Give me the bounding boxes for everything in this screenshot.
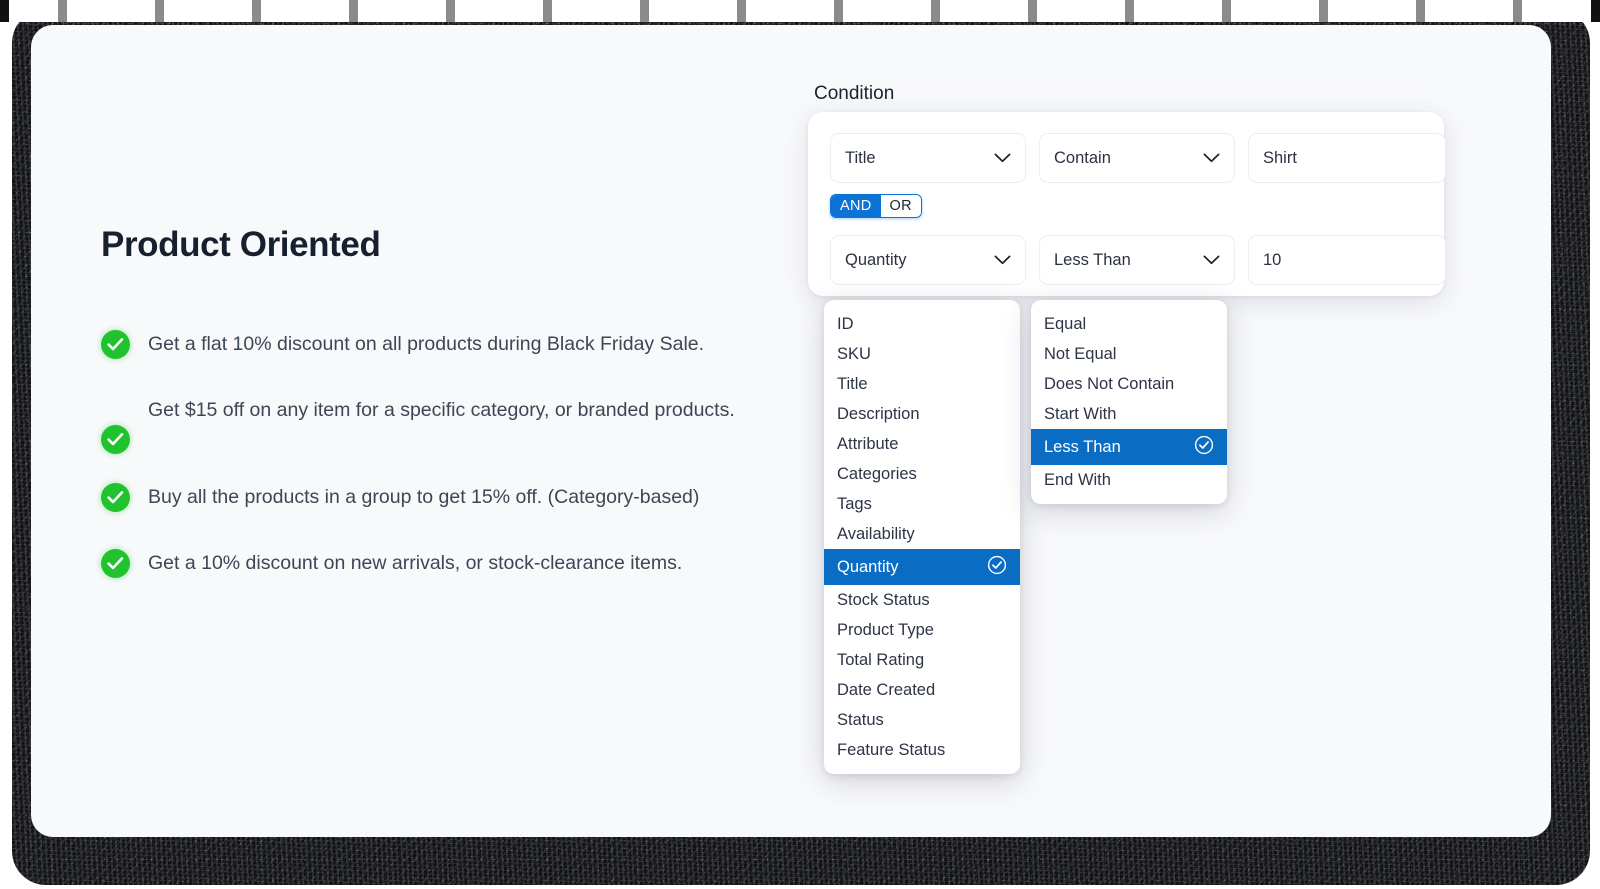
- menu-item-label: Not Equal: [1044, 344, 1117, 363]
- field-dropdown-menu: ID SKU Title Description Attribute Categ…: [824, 300, 1020, 774]
- menu-item-label: Total Rating: [837, 650, 925, 669]
- list-item-label: Get a flat 10% discount on all products …: [148, 333, 705, 355]
- chevron-down-icon: [1203, 149, 1220, 168]
- menu-item-tags[interactable]: Tags: [824, 489, 1020, 519]
- menu-item-end-with[interactable]: End With: [1031, 465, 1227, 495]
- menu-item-label: Stock Status: [837, 590, 930, 609]
- menu-item-label: Availability: [837, 524, 915, 543]
- app-surface: Product Oriented Get a flat 10% discount…: [31, 25, 1551, 837]
- menu-item-label: Product Type: [837, 620, 934, 639]
- check-circle-icon: [101, 549, 130, 579]
- menu-item-label: Quantity: [837, 557, 899, 576]
- list-item-label: Get $15 off on any item for a specific c…: [148, 399, 735, 422]
- check-circle-outline-icon: [987, 555, 1007, 580]
- chevron-down-icon: [994, 149, 1011, 168]
- menu-item-label: Description: [837, 404, 920, 423]
- list-item: Buy all the products in a group to get 1…: [101, 478, 791, 516]
- check-circle-icon: [101, 425, 130, 455]
- menu-item-attribute[interactable]: Attribute: [824, 429, 1020, 459]
- list-item: Get a flat 10% discount on all products …: [101, 325, 791, 363]
- list-item-label: Buy all the products in a group to get 1…: [148, 486, 700, 509]
- value-input-row1-value: Shirt: [1263, 148, 1297, 167]
- operator-select-row2-value: Less Than: [1054, 250, 1131, 269]
- page-title: Product Oriented: [101, 225, 381, 264]
- operator-select-row1-value: Contain: [1054, 148, 1111, 167]
- menu-item-label: Categories: [837, 464, 917, 483]
- top-ruler-strip: [0, 0, 1600, 22]
- menu-item-label: Title: [837, 374, 868, 393]
- list-item: Get a 10% discount on new arrivals, or s…: [101, 544, 791, 582]
- menu-item-label: Equal: [1044, 314, 1087, 333]
- menu-item-sku[interactable]: SKU: [824, 339, 1020, 369]
- menu-item-not-equal[interactable]: Not Equal: [1031, 339, 1227, 369]
- menu-item-label: End With: [1044, 470, 1111, 489]
- menu-item-availability[interactable]: Availability: [824, 519, 1020, 549]
- menu-item-label: Tags: [837, 494, 872, 513]
- menu-item-status[interactable]: Status: [824, 705, 1020, 735]
- condition-row: Title Contain Shirt: [830, 133, 1446, 183]
- menu-item-less-than[interactable]: Less Than: [1031, 429, 1227, 465]
- logic-operator-toggle[interactable]: AND OR: [830, 194, 922, 218]
- value-input-row2[interactable]: 10: [1248, 235, 1446, 285]
- check-circle-outline-icon: [1194, 435, 1214, 460]
- menu-item-label: Status: [837, 710, 884, 729]
- operator-dropdown-menu: Equal Not Equal Does Not Contain Start W…: [1031, 300, 1227, 504]
- value-input-row2-value: 10: [1263, 250, 1282, 269]
- screenshot-root: Product Oriented Get a flat 10% discount…: [0, 0, 1600, 889]
- menu-item-categories[interactable]: Categories: [824, 459, 1020, 489]
- menu-item-product-type[interactable]: Product Type: [824, 615, 1020, 645]
- left-content-column: Product Oriented Get a flat 10% discount…: [101, 225, 791, 610]
- menu-item-date-created[interactable]: Date Created: [824, 675, 1020, 705]
- menu-item-label: Attribute: [837, 434, 899, 453]
- menu-item-title[interactable]: Title: [824, 369, 1020, 399]
- list-item-label: Get a 10% discount on new arrivals, or s…: [148, 552, 683, 575]
- menu-item-does-not-contain[interactable]: Does Not Contain: [1031, 369, 1227, 399]
- menu-item-label: Does Not Contain: [1044, 374, 1175, 393]
- menu-item-description[interactable]: Description: [824, 399, 1020, 429]
- menu-item-label: Date Created: [837, 680, 936, 699]
- logic-toggle-and[interactable]: AND: [831, 195, 881, 217]
- list-item: Get $15 off on any item for a specific c…: [101, 391, 791, 455]
- menu-item-label: Start With: [1044, 404, 1117, 423]
- feature-list: Get a flat 10% discount on all products …: [101, 325, 791, 582]
- menu-item-stock-status[interactable]: Stock Status: [824, 585, 1020, 615]
- menu-item-label: ID: [837, 314, 854, 333]
- menu-item-total-rating[interactable]: Total Rating: [824, 645, 1020, 675]
- condition-row: Quantity Less Than 10: [830, 235, 1446, 285]
- operator-select-row1[interactable]: Contain: [1039, 133, 1235, 183]
- logic-toggle-or[interactable]: OR: [880, 195, 921, 217]
- chevron-down-icon: [994, 251, 1011, 270]
- condition-panel: Title Contain Shirt AND OR Quantity Less…: [808, 112, 1446, 296]
- field-select-row1[interactable]: Title: [830, 133, 1026, 183]
- menu-item-label: Less Than: [1044, 437, 1121, 456]
- menu-item-start-with[interactable]: Start With: [1031, 399, 1227, 429]
- operator-select-row2[interactable]: Less Than: [1039, 235, 1235, 285]
- check-circle-icon: [101, 330, 130, 359]
- chevron-down-icon: [1203, 251, 1220, 270]
- field-select-row1-value: Title: [845, 148, 876, 167]
- menu-item-id[interactable]: ID: [824, 309, 1020, 339]
- check-circle-icon: [101, 483, 130, 513]
- menu-item-feature-status[interactable]: Feature Status: [824, 735, 1020, 765]
- menu-item-label: SKU: [837, 344, 871, 363]
- menu-item-label: Feature Status: [837, 740, 946, 759]
- field-select-row2[interactable]: Quantity: [830, 235, 1026, 285]
- value-input-row1[interactable]: Shirt: [1248, 133, 1446, 183]
- menu-item-quantity[interactable]: Quantity: [824, 549, 1020, 585]
- field-select-row2-value: Quantity: [845, 250, 907, 269]
- menu-item-equal[interactable]: Equal: [1031, 309, 1227, 339]
- condition-section-label: Condition: [814, 83, 895, 104]
